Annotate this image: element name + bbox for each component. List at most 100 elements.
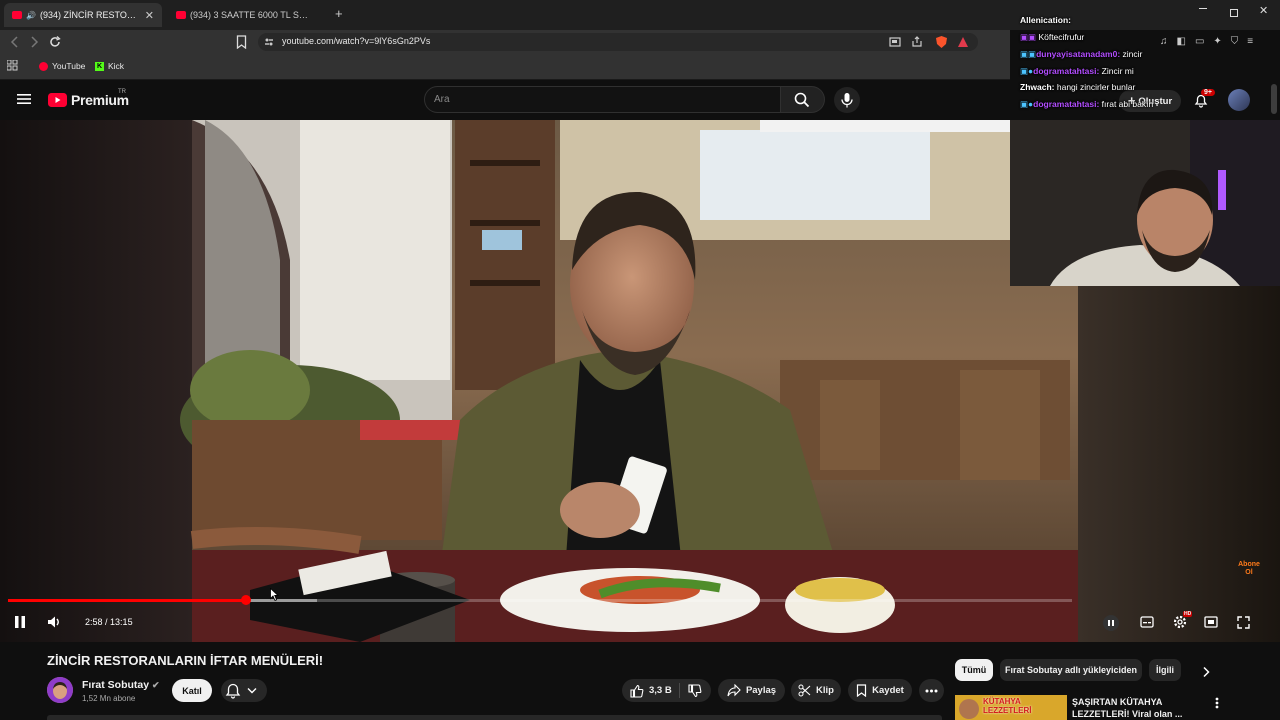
- cast-icon[interactable]: [889, 37, 901, 47]
- thumbs-up-icon: [630, 684, 644, 698]
- hd-badge: HD: [1183, 611, 1193, 617]
- minimize-icon[interactable]: [1199, 8, 1207, 9]
- youtube-favicon-icon: [39, 61, 48, 71]
- youtube-favicon-icon: [176, 11, 186, 19]
- tab-label: (934) 3 SAATTE 6000 TL SERİSİ!!! @g: [190, 10, 312, 20]
- brave-shield-icon[interactable]: [935, 35, 948, 49]
- clip-label: Klip: [816, 685, 834, 696]
- browser-menu-icon[interactable]: ≡: [1247, 36, 1253, 47]
- recommendation-title[interactable]: ŞAŞIRTAN KÜTAHYA LEZZETLERİ! Viral olan …: [1072, 696, 1192, 720]
- music-icon[interactable]: ♫: [1160, 36, 1168, 47]
- chip-from-uploader[interactable]: Fırat Sobutay adlı yükleyiciden: [1000, 659, 1142, 681]
- apps-grid-icon[interactable]: [7, 60, 18, 71]
- clip-button[interactable]: Klip: [791, 679, 841, 702]
- theater-mode-icon[interactable]: [1204, 616, 1218, 628]
- chat-message: ▣●dogramatahtasi: fırat abi bakın: [1020, 99, 1154, 109]
- search-input[interactable]: [424, 86, 781, 113]
- badge-icon: ▣▣: [1020, 32, 1037, 42]
- share-label: Paylaş: [745, 685, 777, 696]
- thumbs-down-icon[interactable]: [688, 684, 702, 698]
- subscription-bell-button[interactable]: [221, 679, 267, 702]
- tab-label: (934) ZİNCİR RESTORANLARIN: [39, 10, 139, 20]
- speaker-icon: 🔊: [26, 10, 36, 20]
- subscriber-count: 1,52 Mn abone: [82, 694, 136, 703]
- time-display: 2:58 / 13:15: [85, 617, 133, 627]
- youtube-play-logo-icon: [48, 93, 67, 107]
- new-tab-button[interactable]: +: [335, 6, 343, 21]
- more-vertical-icon[interactable]: [1215, 697, 1219, 709]
- pause-icon[interactable]: [14, 615, 26, 629]
- voice-search-button[interactable]: [834, 87, 860, 113]
- forward-icon[interactable]: [28, 35, 40, 49]
- channel-name[interactable]: Fırat Sobutay ✔: [82, 679, 160, 691]
- menu-icon[interactable]: [17, 93, 31, 105]
- current-time: 2:58: [85, 617, 103, 627]
- badge-icon: ▣●: [1020, 99, 1034, 109]
- close-tab-icon[interactable]: ✕: [145, 9, 154, 22]
- save-label: Kaydet: [872, 685, 904, 696]
- chat-message: Zhwach: hangi zincirler bunlar: [1020, 82, 1136, 92]
- bookmark-label: YouTube: [52, 61, 86, 71]
- maximize-icon[interactable]: [1230, 9, 1238, 17]
- chat-message: ▣▣ Köftecifrufur: [1020, 32, 1085, 42]
- back-icon[interactable]: [9, 35, 21, 49]
- fullscreen-icon[interactable]: [1237, 616, 1250, 629]
- wallet-icon[interactable]: ▭: [1195, 36, 1204, 47]
- save-bookmark-icon: [857, 684, 867, 697]
- pause-small-icon: [1108, 620, 1114, 626]
- bookmark-label: Kick: [108, 61, 125, 71]
- subscribe-watermark[interactable]: Abone Ol: [1236, 561, 1262, 585]
- recommendation-thumbnail[interactable]: KÜTAHYA LEZZETLERİ: [955, 695, 1067, 720]
- chip-related[interactable]: İlgili: [1149, 659, 1181, 681]
- bookmarks-bar: [0, 54, 1010, 80]
- bookmark-icon[interactable]: [236, 35, 247, 49]
- bell-icon: [225, 683, 257, 699]
- page-scrollbar[interactable]: [1271, 84, 1277, 114]
- streamer-webcam: [1010, 120, 1280, 286]
- duration: 13:15: [110, 617, 133, 627]
- share-button[interactable]: Paylaş: [718, 679, 785, 702]
- logo-region: TR: [118, 89, 126, 95]
- browser-tab-active[interactable]: 🔊 (934) ZİNCİR RESTORANLARIN ✕: [4, 3, 162, 27]
- chip-all[interactable]: Tümü: [955, 659, 993, 681]
- youtube-favicon-icon: [12, 11, 22, 19]
- description-box[interactable]: [47, 715, 942, 720]
- join-button[interactable]: Katıl: [172, 679, 212, 702]
- url-text: youtube.com/watch?v=9lY6sGn2PVs: [282, 36, 431, 46]
- chat-message: ▣●dogramatahtasi: Zincir mi: [1020, 66, 1134, 76]
- more-horizontal-icon: [925, 689, 938, 692]
- share-arrow-icon: [727, 684, 741, 697]
- notification-count-badge: 9+: [1201, 89, 1215, 96]
- progress-played: [8, 599, 247, 602]
- bookmark-kick[interactable]: K Kick: [95, 61, 124, 71]
- vpn-icon[interactable]: ⛉: [1231, 36, 1239, 47]
- badge-icon: ▣▣: [1020, 49, 1037, 59]
- subtitles-icon[interactable]: [1140, 616, 1154, 628]
- extensions-icon[interactable]: ✦: [1213, 36, 1221, 47]
- like-divider: [679, 683, 680, 698]
- browser-toolbar-icons: ♫ ◧ ▭ ✦ ⛉ ≡: [1160, 36, 1253, 47]
- brave-rewards-icon[interactable]: [957, 36, 969, 48]
- site-settings-icon[interactable]: [264, 37, 274, 47]
- sidebar-icon[interactable]: ◧: [1177, 36, 1186, 47]
- chat-message: ▣▣dunyayisatanadam0: zincir: [1020, 49, 1143, 59]
- chevron-right-icon[interactable]: [1201, 666, 1211, 678]
- volume-icon[interactable]: [47, 615, 62, 629]
- time-separator: /: [102, 617, 111, 627]
- chat-message: Allenication:: [1020, 15, 1072, 25]
- reload-icon[interactable]: [48, 35, 62, 49]
- save-button[interactable]: Kaydet: [848, 679, 912, 702]
- bookmark-youtube[interactable]: YouTube: [39, 61, 85, 71]
- video-title: ZİNCİR RESTORANLARIN İFTAR MENÜLERİ!: [47, 653, 324, 668]
- verified-check-icon: ✔: [152, 680, 160, 690]
- microphone-icon: [841, 93, 853, 108]
- mouse-cursor-icon: [270, 588, 279, 601]
- channel-avatar[interactable]: [47, 677, 73, 703]
- youtube-logo[interactable]: Premium: [48, 92, 129, 108]
- autoplay-toggle[interactable]: [1103, 615, 1119, 631]
- share-page-icon[interactable]: [911, 36, 923, 48]
- browser-tab[interactable]: (934) 3 SAATTE 6000 TL SERİSİ!!! @g: [168, 3, 320, 27]
- more-actions-button[interactable]: [919, 679, 944, 702]
- avatar[interactable]: [1228, 89, 1250, 111]
- close-window-icon[interactable]: ✕: [1259, 4, 1268, 17]
